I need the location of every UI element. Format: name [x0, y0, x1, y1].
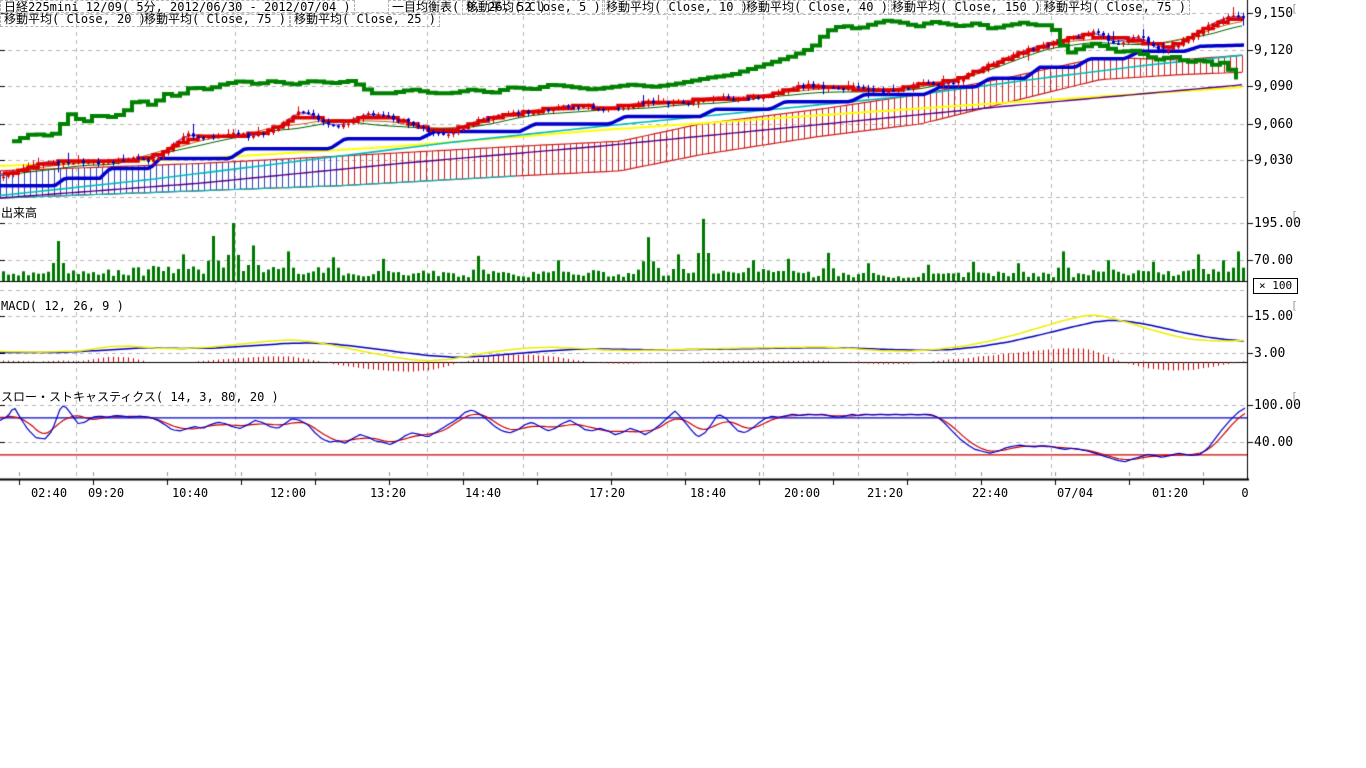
time-axis-label: 13:20 [370, 486, 406, 500]
time-axis-label: 02:40 [31, 486, 67, 500]
price-axis-label: 9,150 [1254, 6, 1293, 21]
legend-item: 移動平均( Close, 40 ) [742, 0, 892, 15]
time-axis-label: 14:40 [465, 486, 501, 500]
legend-item: 移動平均( Close, 5 ) [462, 0, 605, 15]
price-axis-label: 9,090 [1254, 79, 1293, 94]
price-axis-label: 9,060 [1254, 117, 1293, 132]
price-axis-label: 9,030 [1254, 153, 1293, 168]
time-axis-label: 20:00 [784, 486, 820, 500]
volume-axis-label: 70.00 [1254, 253, 1293, 268]
time-axis-label: 12:00 [270, 486, 306, 500]
chart-window: 日経225mini 12/09( 5分, 2012/06/30 - 2012/0… [0, 0, 1366, 768]
time-axis-label: 07/04 [1057, 486, 1093, 500]
time-axis-label: 01:20 [1152, 486, 1188, 500]
panel-marker-icon: [ [1291, 390, 1298, 403]
legend-item: 移動平均( Close, 25 ) [290, 12, 440, 27]
time-axis-label: 0 [1241, 486, 1248, 500]
volume-panel-label: 出来高 [1, 204, 37, 221]
time-axis-label: 09:20 [88, 486, 124, 500]
price-axis-label: 9,120 [1254, 43, 1293, 58]
time-axis-label: 22:40 [972, 486, 1008, 500]
legend-item: 移動平均( Close, 10 ) [602, 0, 752, 15]
panel-marker-icon: [ [1291, 299, 1298, 312]
legend-item: 移動平均( Close, 75 ) [140, 12, 290, 27]
time-axis-label: 10:40 [172, 486, 208, 500]
volume-multiplier-badge: × 100 [1253, 278, 1298, 294]
legend-item: 移動平均( Close, 20 ) [0, 12, 150, 27]
time-axis-label: 18:40 [690, 486, 726, 500]
macd-panel-label: MACD( 12, 26, 9 ) [1, 299, 124, 313]
time-axis-label: 21:20 [867, 486, 903, 500]
macd-axis-label: 15.00 [1254, 309, 1293, 324]
macd-axis-label: 3.00 [1254, 346, 1285, 361]
panel-marker-icon: [ [1291, 2, 1298, 15]
legend-item: 移動平均( Close, 75 ) [1040, 0, 1190, 15]
stoch-axis-label: 40.00 [1254, 435, 1293, 450]
chart-canvas[interactable] [0, 0, 1366, 768]
panel-marker-icon: [ [1291, 209, 1298, 222]
time-axis-label: 17:20 [589, 486, 625, 500]
legend-item: 移動平均( Close, 150 ) [888, 0, 1045, 15]
stoch-panel-label: スロー・ストキャスティクス( 14, 3, 80, 20 ) [1, 388, 279, 405]
